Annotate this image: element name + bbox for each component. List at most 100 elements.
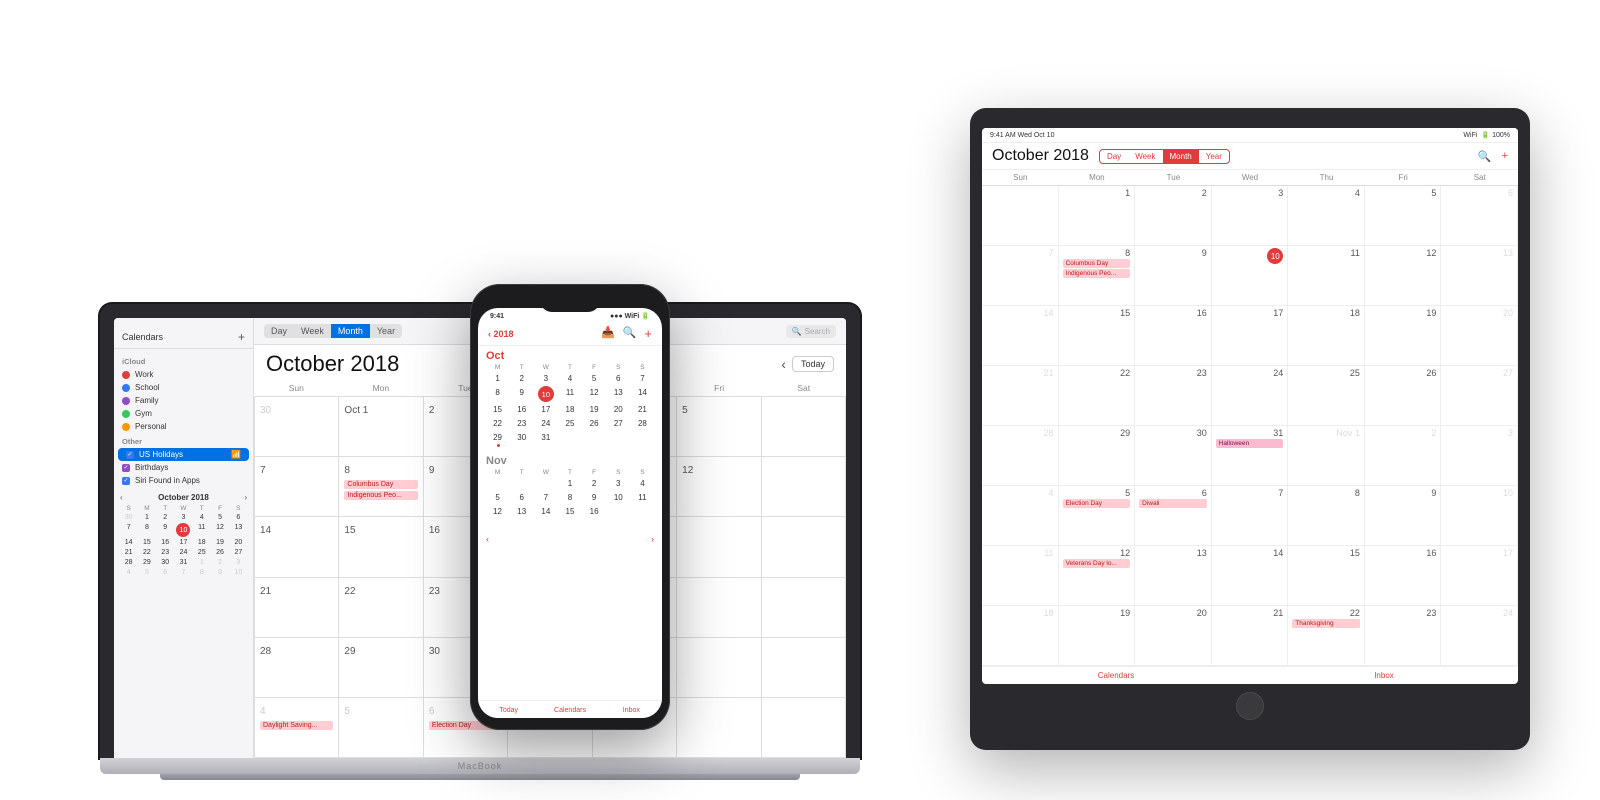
table-row[interactable]: 15 (1288, 546, 1365, 606)
table-row[interactable]: 28 (982, 426, 1059, 486)
mini-next-month[interactable]: › (244, 493, 247, 502)
table-row[interactable]: 29 (1059, 426, 1136, 486)
ipad-home-button[interactable] (1236, 692, 1264, 720)
table-row[interactable]: 20 (1135, 606, 1212, 666)
iphone-tab-inbox[interactable]: Inbox (601, 707, 662, 714)
sidebar-item-gym[interactable]: Gym (114, 407, 253, 420)
mini-prev-month[interactable]: ‹ (120, 493, 123, 502)
sidebar-item-personal[interactable]: Personal (114, 420, 253, 433)
ipad-tab-inbox[interactable]: Inbox (1250, 671, 1518, 680)
table-row[interactable]: 19 (1059, 606, 1136, 666)
table-row[interactable]: 24 (1212, 366, 1289, 426)
table-row[interactable]: 4 (1288, 186, 1365, 246)
iphone-next-btn[interactable]: › (651, 534, 654, 544)
table-row[interactable]: 18 (1288, 306, 1365, 366)
table-row[interactable]: 24 (1441, 606, 1518, 666)
table-row[interactable] (762, 638, 846, 698)
table-row[interactable]: 17 (1212, 306, 1289, 366)
ipad-tab-week[interactable]: Week (1128, 150, 1162, 163)
table-row[interactable]: 16 (1135, 306, 1212, 366)
tab-year[interactable]: Year (370, 324, 402, 338)
table-row[interactable]: 2 (1365, 426, 1442, 486)
table-row[interactable]: 14 (982, 306, 1059, 366)
table-row[interactable]: 30 (255, 397, 339, 457)
table-row[interactable]: 7 (982, 246, 1059, 306)
table-row[interactable]: 22 (339, 578, 423, 638)
table-row[interactable]: 13 (1135, 546, 1212, 606)
add-calendar-button[interactable]: + (238, 330, 245, 344)
table-row[interactable]: 12 Veterans Day lo... (1059, 546, 1136, 606)
table-row[interactable]: 27 (1441, 366, 1518, 426)
table-row[interactable] (982, 186, 1059, 246)
table-row[interactable]: 11 (1288, 246, 1365, 306)
iphone-tab-calendars[interactable]: Calendars (539, 707, 600, 714)
sidebar-item-us-holidays[interactable]: ✓ US Holidays 📶 (118, 448, 249, 461)
table-row[interactable]: 10 (1441, 486, 1518, 546)
sidebar-item-school[interactable]: School (114, 381, 253, 394)
table-row[interactable]: 8 Columbus Day Indigenous Peo... (339, 457, 423, 517)
table-row[interactable]: 5 (677, 397, 761, 457)
table-row[interactable] (762, 397, 846, 457)
table-row[interactable]: 23 (1365, 606, 1442, 666)
table-row[interactable] (677, 578, 761, 638)
table-row[interactable]: 14 (1212, 546, 1289, 606)
table-row[interactable]: 15 (1059, 306, 1136, 366)
table-row[interactable]: 3 (1441, 426, 1518, 486)
table-row[interactable]: 7 (255, 457, 339, 517)
ipad-veterans-event[interactable]: Veterans Day lo... (1063, 559, 1131, 568)
iphone-tab-today[interactable]: Today (478, 707, 539, 714)
table-row[interactable]: 25 (1288, 366, 1365, 426)
table-row[interactable] (762, 457, 846, 517)
sidebar-item-work[interactable]: Work (114, 368, 253, 381)
table-row[interactable]: 15 (339, 517, 423, 577)
table-row[interactable]: 28 (255, 638, 339, 698)
table-row[interactable]: 10 (1212, 246, 1289, 306)
table-row[interactable]: 22 Thanksgiving (1288, 606, 1365, 666)
table-row[interactable]: 12 (677, 457, 761, 517)
table-row[interactable]: 21 (1212, 606, 1289, 666)
table-row[interactable]: 6 (1441, 186, 1518, 246)
table-row[interactable]: 23 (1135, 366, 1212, 426)
ipad-thanksgiving-event[interactable]: Thanksgiving (1292, 619, 1360, 628)
columbus-day-event[interactable]: Columbus Day (344, 480, 417, 489)
table-row[interactable]: 11 (982, 546, 1059, 606)
today-button[interactable]: Today (792, 356, 834, 372)
sidebar-item-siri-found[interactable]: ✓ Siri Found in Apps (114, 474, 253, 487)
table-row[interactable]: 9 (1135, 246, 1212, 306)
ipad-columbus-event[interactable]: Columbus Day (1063, 259, 1131, 268)
table-row[interactable] (762, 517, 846, 577)
table-row[interactable]: 8 Columbus Day Indigenous Peo... (1059, 246, 1136, 306)
table-row[interactable]: 21 (255, 578, 339, 638)
ipad-tab-calendars[interactable]: Calendars (982, 671, 1250, 680)
table-row[interactable]: 5 (339, 698, 423, 758)
ipad-tab-day[interactable]: Day (1100, 150, 1128, 163)
table-row[interactable]: 9 (1365, 486, 1442, 546)
ipad-indigenous-event[interactable]: Indigenous Peo... (1063, 269, 1131, 278)
indigenous-event[interactable]: Indigenous Peo... (344, 491, 417, 500)
table-row[interactable] (762, 578, 846, 638)
table-row[interactable] (677, 698, 761, 758)
tab-month[interactable]: Month (331, 324, 370, 338)
table-row[interactable]: 19 (1365, 306, 1442, 366)
sidebar-item-family[interactable]: Family (114, 394, 253, 407)
table-row[interactable]: 26 (1365, 366, 1442, 426)
table-row[interactable]: 2 (1135, 186, 1212, 246)
table-row[interactable]: 4 (982, 486, 1059, 546)
table-row[interactable]: 8 (1288, 486, 1365, 546)
table-row[interactable]: 1 (1059, 186, 1136, 246)
table-row[interactable]: 3 (1212, 186, 1289, 246)
table-row[interactable] (762, 698, 846, 758)
ipad-search-icon[interactable]: 🔍 (1478, 150, 1492, 163)
ipad-halloween-event[interactable]: Halloween (1216, 439, 1284, 448)
table-row[interactable]: 12 (1365, 246, 1442, 306)
table-row[interactable]: Oct 1 (339, 397, 423, 457)
iphone-year-nav[interactable]: ‹ 2018 (488, 329, 514, 339)
ipad-election-event[interactable]: Election Day (1063, 499, 1131, 508)
ipad-add-icon[interactable]: + (1502, 150, 1508, 163)
table-row[interactable]: 6 Diwali (1135, 486, 1212, 546)
table-row[interactable]: 20 (1441, 306, 1518, 366)
tab-week[interactable]: Week (294, 324, 331, 338)
iphone-inbox-icon[interactable]: 📥 (601, 326, 615, 341)
table-row[interactable] (677, 517, 761, 577)
ipad-diwali-event[interactable]: Diwali (1139, 499, 1207, 508)
